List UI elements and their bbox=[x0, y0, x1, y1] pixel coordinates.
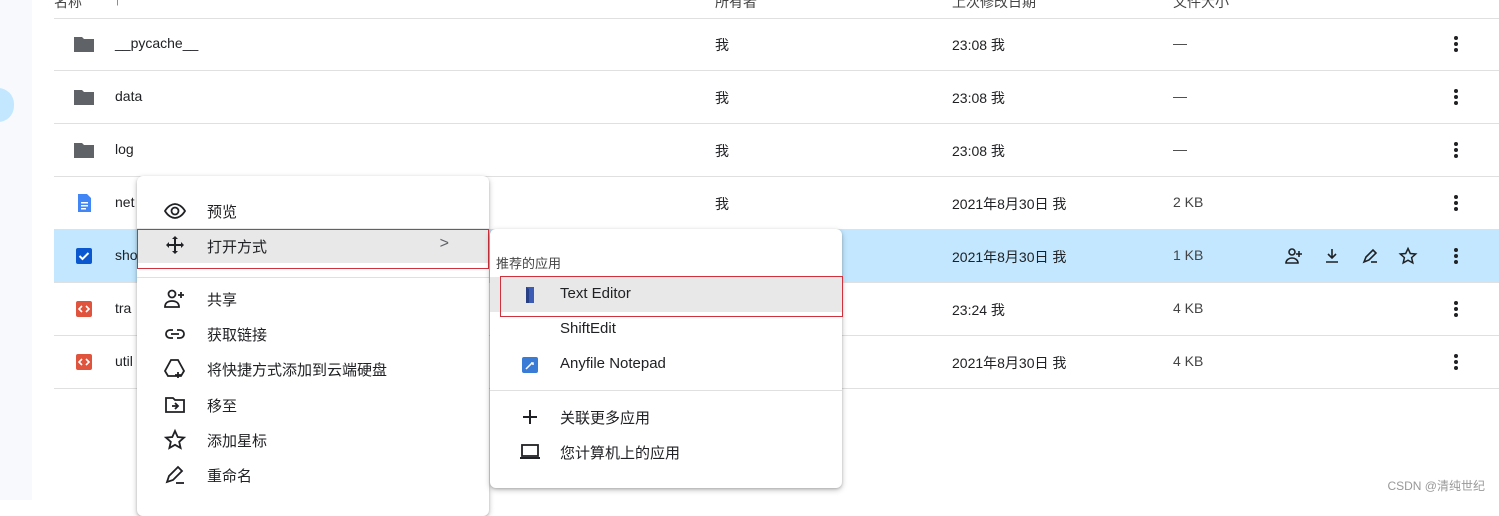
file-size: — bbox=[1173, 35, 1187, 51]
file-owner: 我 bbox=[715, 143, 729, 159]
menu-item-preview[interactable]: 预览 bbox=[137, 193, 489, 228]
file-size: — bbox=[1173, 88, 1187, 104]
app-label: Anyfile Notepad bbox=[560, 355, 666, 372]
row-quick-actions bbox=[1282, 244, 1420, 268]
drive-shortcut-icon bbox=[163, 357, 187, 381]
star-icon bbox=[163, 428, 187, 452]
file-modified: 23:24 我 bbox=[952, 302, 1005, 318]
more-vert-icon[interactable] bbox=[1444, 297, 1468, 321]
file-modified: 23:08 我 bbox=[952, 37, 1005, 53]
file-size: 4 KB bbox=[1173, 353, 1204, 369]
move-to-folder-icon bbox=[163, 393, 187, 417]
file-name: util bbox=[115, 353, 133, 369]
watermark: CSDN @清纯世纪 bbox=[1387, 479, 1485, 493]
context-menu: 预览 打开方式 > 共享 获取链接 将快捷方式添加到云端硬盘 移至 添加星标 重… bbox=[137, 176, 489, 516]
file-row[interactable]: data 我 23:08 我 — bbox=[54, 71, 1499, 124]
menu-item-label: 获取链接 bbox=[207, 327, 268, 344]
file-modified: 23:08 我 bbox=[952, 90, 1005, 106]
menu-item-label: 关联更多应用 bbox=[560, 410, 651, 427]
folder-icon bbox=[72, 85, 96, 109]
person-add-icon bbox=[163, 287, 187, 311]
plus-icon bbox=[518, 405, 542, 429]
file-name: __pycache__ bbox=[115, 35, 199, 51]
checkbox-checked-icon[interactable] bbox=[72, 244, 96, 268]
file-name: tra bbox=[115, 300, 132, 316]
menu-item-label: 预览 bbox=[207, 204, 238, 221]
menu-item-share[interactable]: 共享 bbox=[137, 281, 489, 316]
rename-pen-icon bbox=[163, 463, 187, 487]
file-row[interactable]: __pycache__ 我 23:08 我 — bbox=[54, 18, 1499, 71]
file-row[interactable]: log 我 23:08 我 — bbox=[54, 124, 1499, 177]
menu-item-rename[interactable]: 重命名 bbox=[137, 457, 489, 492]
menu-item-label: 移至 bbox=[207, 398, 238, 415]
menu-item-label: 重命名 bbox=[207, 468, 253, 485]
col-name-header[interactable]: 名称 bbox=[54, 0, 82, 12]
share-person-add-icon[interactable] bbox=[1282, 244, 1306, 268]
more-vert-icon[interactable] bbox=[1444, 244, 1468, 268]
file-size: 2 KB bbox=[1173, 194, 1204, 210]
file-modified: 2021年8月30日 我 bbox=[952, 249, 1067, 265]
col-modified-header[interactable]: 上次修改日期 bbox=[952, 0, 1036, 12]
file-size: 4 KB bbox=[1173, 300, 1204, 316]
link-icon bbox=[163, 322, 187, 346]
app-shiftedit[interactable]: ShiftEdit bbox=[490, 312, 842, 347]
star-icon[interactable] bbox=[1396, 244, 1420, 268]
menu-item-move-to[interactable]: 移至 bbox=[137, 387, 489, 422]
file-name: data bbox=[115, 88, 143, 104]
eye-icon bbox=[163, 199, 187, 223]
menu-divider bbox=[137, 277, 489, 278]
menu-item-label: 添加星标 bbox=[207, 433, 268, 450]
folder-icon bbox=[72, 32, 96, 56]
file-size: — bbox=[1173, 141, 1187, 157]
submenu-title: 推荐的应用 bbox=[496, 256, 562, 271]
file-modified: 2021年8月30日 我 bbox=[952, 196, 1067, 212]
highlight-box-open-with bbox=[137, 229, 489, 269]
more-vert-icon[interactable] bbox=[1444, 138, 1468, 162]
code-file-icon bbox=[72, 350, 96, 374]
google-doc-icon bbox=[72, 191, 96, 215]
menu-item-label: 共享 bbox=[207, 292, 238, 309]
menu-item-label: 您计算机上的应用 bbox=[560, 445, 681, 462]
more-vert-icon[interactable] bbox=[1444, 191, 1468, 215]
menu-item-label: 将快捷方式添加到云端硬盘 bbox=[207, 362, 388, 379]
more-vert-icon[interactable] bbox=[1444, 85, 1468, 109]
more-vert-icon[interactable] bbox=[1444, 32, 1468, 56]
file-name: net bbox=[115, 194, 135, 210]
col-size-header[interactable]: 文件大小 bbox=[1173, 0, 1229, 12]
open-with-submenu: 推荐的应用 Text Editor ShiftEdit Anyfile Note… bbox=[490, 229, 842, 488]
rename-icon[interactable] bbox=[1358, 244, 1382, 268]
left-nav-rail bbox=[0, 0, 32, 500]
download-icon[interactable] bbox=[1320, 244, 1344, 268]
file-owner: 我 bbox=[715, 37, 729, 53]
more-vert-icon[interactable] bbox=[1444, 350, 1468, 374]
anyfile-notepad-icon bbox=[518, 353, 542, 377]
code-file-icon bbox=[72, 297, 96, 321]
sort-arrow-icon[interactable]: ↑ bbox=[114, 0, 121, 8]
file-owner: 我 bbox=[715, 90, 729, 106]
apps-on-computer[interactable]: 您计算机上的应用 bbox=[490, 434, 842, 469]
col-owner-header[interactable]: 所有者 bbox=[715, 0, 757, 12]
submenu-divider bbox=[490, 390, 842, 391]
highlight-box-text-editor bbox=[500, 276, 843, 317]
connect-more-apps[interactable]: 关联更多应用 bbox=[490, 399, 842, 434]
file-name: log bbox=[115, 141, 134, 157]
menu-item-add-star[interactable]: 添加星标 bbox=[137, 422, 489, 457]
file-modified: 23:08 我 bbox=[952, 143, 1005, 159]
file-modified: 2021年8月30日 我 bbox=[952, 355, 1067, 371]
menu-item-add-shortcut[interactable]: 将快捷方式添加到云端硬盘 bbox=[137, 351, 489, 386]
folder-icon bbox=[72, 138, 96, 162]
menu-item-get-link[interactable]: 获取链接 bbox=[137, 316, 489, 351]
file-list-header: 名称 ↑ 所有者 上次修改日期 文件大小 bbox=[54, 0, 1499, 19]
file-size: 1 KB bbox=[1173, 247, 1204, 263]
app-label: ShiftEdit bbox=[560, 320, 616, 337]
nav-active-pill[interactable] bbox=[0, 88, 14, 122]
app-anyfile-notepad[interactable]: Anyfile Notepad bbox=[490, 347, 842, 382]
laptop-icon bbox=[518, 440, 542, 464]
file-name: sho bbox=[115, 247, 138, 263]
file-owner: 我 bbox=[715, 196, 729, 212]
